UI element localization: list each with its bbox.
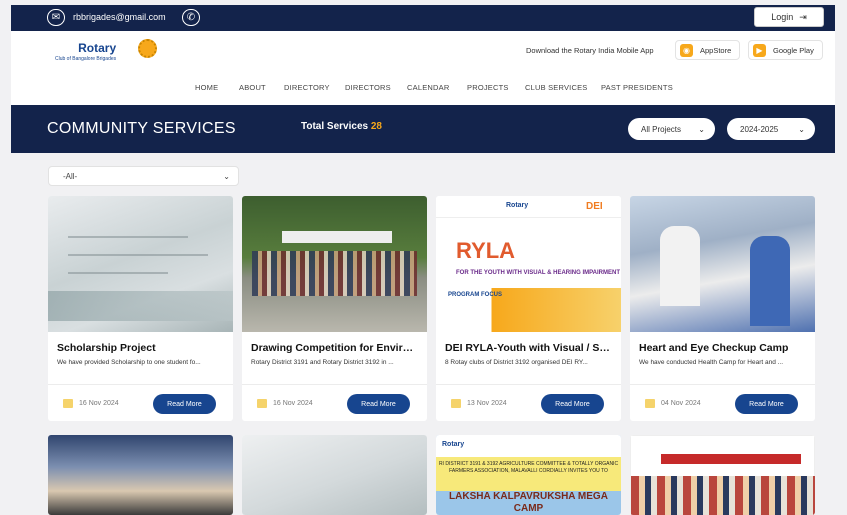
service-card[interactable]: Rotary RI DISTRICT 3191 & 3192 AGRICULTU… xyxy=(436,435,621,515)
card-image[interactable] xyxy=(48,196,233,332)
card-image[interactable] xyxy=(48,435,233,515)
logo-club-text: Club of Bangalore Brigades xyxy=(55,56,117,62)
card-title[interactable]: Heart and Eye Checkup Camp xyxy=(639,342,807,354)
card-date: 16 Nov 2024 xyxy=(63,399,119,408)
googleplay-label: Google Play xyxy=(773,45,814,55)
year-filter-select[interactable]: 2024-2025 ⌄ xyxy=(727,118,815,140)
service-card[interactable]: Heart and Eye Checkup Camp We have condu… xyxy=(630,196,815,421)
calendar-icon xyxy=(451,399,461,408)
nav-projects[interactable]: PROJECTS xyxy=(467,83,509,92)
main-nav: HOME ABOUT DIRECTORY DIRECTORS CALENDAR … xyxy=(11,71,835,105)
apple-icon: ◉ xyxy=(680,43,693,57)
projects-filter-value: All Projects xyxy=(641,124,682,134)
contact-email[interactable]: rbbrigades@gmail.com xyxy=(73,12,166,22)
year-filter-value: 2024-2025 xyxy=(740,124,779,134)
nav-club-services[interactable]: CLUB SERVICES xyxy=(525,83,587,92)
projects-filter-select[interactable]: All Projects ⌄ xyxy=(628,118,715,140)
login-button[interactable]: Login ⇥ xyxy=(754,7,824,27)
card-description: 8 Rotay clubs of District 3192 organised… xyxy=(445,359,588,366)
nav-about[interactable]: ABOUT xyxy=(239,83,266,92)
service-card[interactable]: Scholarship Project We have provided Sch… xyxy=(48,196,233,421)
page-banner: COMMUNITY SERVICES Total Services 28 All… xyxy=(11,105,835,153)
card-title[interactable]: Scholarship Project xyxy=(57,342,225,354)
download-app-text: Download the Rotary India Mobile App xyxy=(526,46,654,55)
appstore-label: AppStore xyxy=(700,45,732,55)
email-icon[interactable]: ✉ xyxy=(47,9,65,26)
phone-icon[interactable]: ✆ xyxy=(182,9,200,26)
card-date-text: 13 Nov 2024 xyxy=(467,400,507,407)
top-bar: ✉ rbbrigades@gmail.com ✆ Login ⇥ xyxy=(11,5,835,31)
nav-directors[interactable]: DIRECTORS xyxy=(345,83,391,92)
login-icon: ⇥ xyxy=(799,11,807,22)
page-title: COMMUNITY SERVICES xyxy=(47,120,236,137)
total-services-label: Total Services xyxy=(301,121,369,132)
image-ryla-text: RYLA xyxy=(456,238,516,263)
service-card[interactable]: Drawing Competition for Environ... Rotar… xyxy=(242,196,427,421)
card-image[interactable]: Rotary DEI RYLA FOR THE YOUTH WITH VISUA… xyxy=(436,196,621,332)
googleplay-button[interactable]: ▶ Google Play xyxy=(748,40,823,60)
card-footer: 04 Nov 2024 Read More xyxy=(630,384,815,420)
read-more-button[interactable]: Read More xyxy=(541,394,604,414)
image-camp-title: LAKSHA KALPAVRUKSHA MEGA CAMP xyxy=(449,491,608,514)
image-invite-text: RI DISTRICT 3191 & 3192 AGRICULTURE COMM… xyxy=(436,457,621,491)
calendar-icon xyxy=(645,399,655,408)
card-image[interactable] xyxy=(630,196,815,332)
nav-directory[interactable]: DIRECTORY xyxy=(284,83,330,92)
card-description: Rotary District 3191 and Rotary District… xyxy=(251,359,394,366)
card-date: 13 Nov 2024 xyxy=(451,399,507,408)
card-description: We have conducted Health Camp for Heart … xyxy=(639,359,784,366)
card-description: We have provided Scholarship to one stud… xyxy=(57,359,201,366)
nav-past-presidents[interactable]: PAST PRESIDENTS xyxy=(601,83,673,92)
appstore-button[interactable]: ◉ AppStore xyxy=(675,40,741,60)
calendar-icon xyxy=(257,399,267,408)
service-card[interactable] xyxy=(242,435,427,515)
rotary-wheel-icon xyxy=(138,39,157,58)
site-header: Rotary Club of Bangalore Brigades Downlo… xyxy=(11,31,835,71)
read-more-button[interactable]: Read More xyxy=(347,394,410,414)
calendar-icon xyxy=(63,399,73,408)
service-card[interactable] xyxy=(48,435,233,515)
read-more-button[interactable]: Read More xyxy=(735,394,798,414)
card-image[interactable]: Rotary RI DISTRICT 3191 & 3192 AGRICULTU… xyxy=(436,435,621,515)
logo-rotary-text: Rotary xyxy=(78,41,117,55)
read-more-button[interactable]: Read More xyxy=(153,394,216,414)
image-subtitle-text: FOR THE YOUTH WITH VISUAL & HEARING IMPA… xyxy=(456,270,621,276)
card-title[interactable]: Drawing Competition for Environ... xyxy=(251,342,419,354)
card-footer: 16 Nov 2024 Read More xyxy=(242,384,427,420)
card-date: 16 Nov 2024 xyxy=(257,399,313,408)
card-footer: 13 Nov 2024 Read More xyxy=(436,384,621,420)
total-services-count: 28 xyxy=(370,121,382,132)
card-image[interactable] xyxy=(242,196,427,332)
image-rotary-text: Rotary xyxy=(442,441,465,448)
chevron-down-icon: ⌄ xyxy=(698,124,705,134)
chevron-down-icon: ⌄ xyxy=(798,124,805,134)
category-filter-value: -All- xyxy=(63,171,78,181)
service-card[interactable]: Rotary DEI RYLA FOR THE YOUTH WITH VISUA… xyxy=(436,196,621,421)
total-services: Total Services 28 xyxy=(301,121,382,132)
play-icon: ▶ xyxy=(753,43,766,57)
nav-calendar[interactable]: CALENDAR xyxy=(407,83,449,92)
card-image[interactable] xyxy=(630,435,815,515)
card-title[interactable]: DEI RYLA-Youth with Visual / Sp... xyxy=(445,342,613,354)
nav-home[interactable]: HOME xyxy=(195,83,218,92)
card-date: 04 Nov 2024 xyxy=(645,399,701,408)
category-filter-select[interactable]: -All- ⌄ xyxy=(48,166,239,186)
image-program-text: PROGRAM FOCUS xyxy=(448,292,502,298)
image-dei-text: DEI xyxy=(586,201,603,212)
card-footer: 16 Nov 2024 Read More xyxy=(48,384,233,420)
service-card[interactable] xyxy=(630,435,815,515)
club-logo[interactable]: Rotary Club of Bangalore Brigades xyxy=(55,41,116,62)
card-date-text: 16 Nov 2024 xyxy=(273,400,313,407)
chevron-down-icon: ⌄ xyxy=(223,171,230,181)
login-label: Login xyxy=(771,12,794,22)
card-image[interactable] xyxy=(242,435,427,515)
card-date-text: 04 Nov 2024 xyxy=(661,400,701,407)
image-rotary-text: Rotary xyxy=(506,202,529,209)
card-date-text: 16 Nov 2024 xyxy=(79,400,119,407)
